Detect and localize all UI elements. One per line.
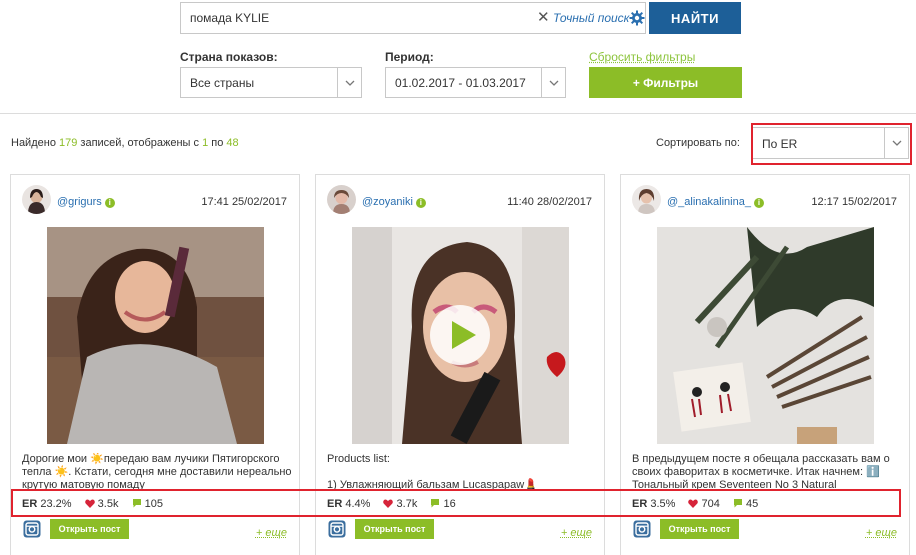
results-from: 1 [202, 137, 209, 149]
clear-search-icon[interactable]: ✕ [537, 10, 550, 26]
divider [0, 113, 916, 114]
search-input[interactable] [181, 3, 531, 33]
likes-count: 3.5k [97, 498, 119, 511]
likes-stat: 3.7k [383, 498, 417, 510]
chevron-down-icon [337, 68, 361, 97]
reset-filters-link[interactable]: Сбросить фильтры [589, 50, 695, 64]
exact-search-link[interactable]: Точный поиск [553, 11, 629, 25]
er-value: 3.5% [650, 498, 676, 511]
post-stats: ER 3.5% 704 45 [632, 498, 768, 514]
post-card: @_alinakalinina_ i 12:17 15/02/2017 В пре… [620, 174, 910, 555]
comment-icon [431, 499, 440, 508]
more-link[interactable]: + еще [256, 527, 287, 539]
heart-icon [84, 499, 95, 509]
play-video-icon[interactable] [430, 305, 490, 365]
post-image[interactable] [47, 227, 264, 444]
instagram-icon[interactable] [23, 520, 41, 538]
country-select-value: Все страны [190, 76, 255, 90]
found-prefix: Найдено [11, 137, 56, 149]
post-image[interactable] [352, 227, 569, 444]
period-select-value: 01.02.2017 - 01.03.2017 [395, 76, 526, 90]
comment-icon [733, 499, 742, 508]
comments-count: 16 [443, 498, 456, 511]
country-select[interactable]: Все страны [180, 67, 362, 98]
post-stats: ER 23.2% 3.5k 105 [22, 498, 173, 514]
filters-button[interactable]: + Фильтры [589, 67, 742, 98]
comments-stat: 105 [132, 498, 163, 510]
avatar[interactable] [22, 185, 51, 214]
instagram-icon[interactable] [633, 520, 651, 538]
more-link[interactable]: + еще [866, 527, 897, 539]
post-stats: ER 4.4% 3.7k 16 [327, 498, 466, 514]
post-image[interactable] [657, 227, 874, 444]
sort-select-value: По ER [762, 137, 798, 151]
sort-select[interactable]: По ER [752, 127, 909, 159]
open-post-button[interactable]: Открыть пост [660, 519, 739, 539]
found-to-word: по [211, 137, 224, 149]
username: @zoyaniki [362, 196, 413, 208]
post-datetime: 12:17 15/02/2017 [811, 196, 897, 208]
avatar[interactable] [632, 185, 661, 214]
chevron-down-icon [884, 128, 908, 158]
likes-stat: 3.5k [84, 498, 119, 511]
post-description: Products list: 1) Увлажняющий бальзам Lu… [327, 453, 538, 491]
comments-count: 45 [746, 498, 759, 511]
country-label: Страна показов: [180, 50, 278, 64]
post-description: В предыдущем посте я обещала рассказать … [632, 453, 890, 491]
post-card: @zoyaniki i 11:40 28/02/2017 Products lis… [315, 174, 605, 555]
results-to: 48 [226, 137, 239, 149]
instagram-icon[interactable] [328, 520, 346, 538]
er-label: ER [327, 498, 343, 511]
heart-icon [688, 499, 699, 509]
gear-icon[interactable] [629, 10, 645, 26]
post-description: Дорогие мои ☀️передаю вам лучики Пятигор… [22, 453, 292, 491]
info-icon[interactable]: i [415, 198, 426, 208]
search-box: ✕ Точный поиск [180, 2, 646, 34]
post-datetime: 11:40 28/02/2017 [507, 196, 592, 208]
more-link[interactable]: + еще [561, 527, 592, 539]
comment-icon [132, 499, 141, 508]
username: @grigurs [57, 196, 102, 208]
avatar[interactable] [327, 185, 356, 214]
find-button[interactable]: НАЙТИ [649, 2, 741, 34]
open-post-button[interactable]: Открыть пост [355, 519, 434, 539]
er-stat: ER 4.4% [327, 498, 370, 510]
period-label: Период: [385, 50, 434, 64]
comments-stat: 16 [430, 498, 456, 511]
open-post-button[interactable]: Открыть пост [50, 519, 129, 539]
found-middle: записей, отображены с [80, 137, 200, 149]
comments-count: 105 [144, 498, 163, 511]
er-label: ER [22, 498, 38, 511]
comments-stat: 45 [733, 498, 758, 510]
username: @_alinakalinina_ [667, 196, 751, 208]
post-username-link[interactable]: @grigurs i [57, 196, 115, 208]
er-value: 23.2% [40, 498, 72, 511]
likes-count: 3.7k [396, 498, 418, 511]
er-stat: ER 3.5% [632, 498, 675, 510]
post-username-link[interactable]: @zoyaniki i [362, 196, 426, 208]
er-stat: ER 23.2% [22, 498, 72, 510]
results-summary: Найдено 179 записей, отображены с 1 по 4… [11, 137, 239, 149]
post-datetime: 17:41 25/02/2017 [201, 196, 287, 208]
sort-label: Сортировать по: [656, 137, 740, 149]
likes-stat: 704 [688, 498, 720, 511]
er-value: 4.4% [345, 498, 371, 511]
info-icon[interactable]: i [753, 198, 764, 208]
post-username-link[interactable]: @_alinakalinina_ i [667, 196, 764, 208]
period-select[interactable]: 01.02.2017 - 01.03.2017 [385, 67, 566, 98]
likes-count: 704 [701, 498, 720, 511]
results-total: 179 [59, 137, 78, 149]
chevron-down-icon [541, 68, 565, 97]
post-card: @grigurs i 17:41 25/02/2017 Дорогие мои ☀… [10, 174, 300, 555]
heart-icon [383, 499, 394, 509]
er-label: ER [632, 498, 648, 511]
info-icon[interactable]: i [104, 198, 115, 208]
